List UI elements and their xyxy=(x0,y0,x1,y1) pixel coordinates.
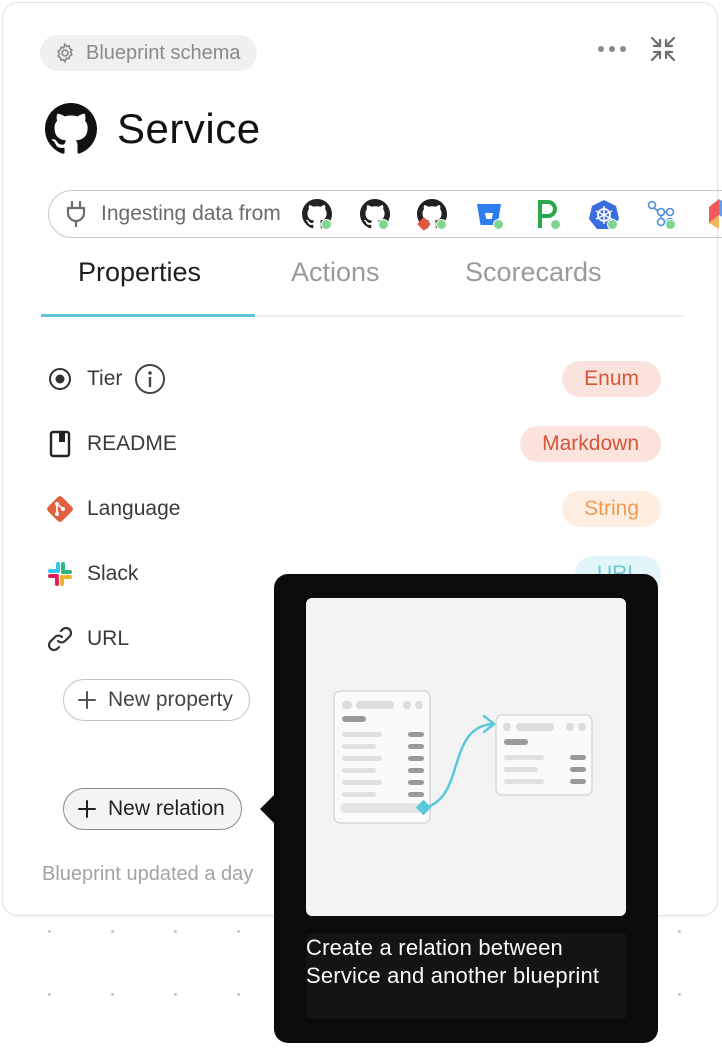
slack-icon xyxy=(45,559,75,589)
type-badge: String xyxy=(562,491,661,527)
tab-properties[interactable]: Properties xyxy=(78,257,201,288)
source-bitbucket-icon[interactable] xyxy=(473,194,506,234)
plus-icon xyxy=(76,798,98,820)
link-icon xyxy=(45,624,75,654)
top-actions xyxy=(597,35,677,63)
property-label: URL xyxy=(87,627,130,650)
blueprint-schema-label: Blueprint schema xyxy=(86,41,241,64)
new-property-label: New property xyxy=(108,688,233,711)
status-dot xyxy=(321,219,333,230)
github-icon xyxy=(45,103,97,155)
source-kubernetes-icon[interactable] xyxy=(587,194,620,234)
property-label: Tier xyxy=(87,367,123,390)
source-github-icon[interactable] xyxy=(301,194,334,234)
blueprint-header: Service xyxy=(45,103,261,155)
new-property-button[interactable]: New property xyxy=(63,679,250,721)
new-relation-label: New relation xyxy=(108,797,225,820)
blueprint-schema-badge[interactable]: Blueprint schema xyxy=(40,35,257,71)
source-pagerduty-icon[interactable] xyxy=(530,194,563,234)
gear-icon xyxy=(54,42,76,64)
tab-actions[interactable]: Actions xyxy=(291,257,380,288)
status-dot xyxy=(664,219,676,230)
source-github-icon[interactable] xyxy=(358,194,391,234)
ingest-sources-bar: Ingesting data from xyxy=(48,190,722,238)
last-updated-text: Blueprint updated a day xyxy=(42,863,254,885)
tab-bar: Properties Actions Scorecards xyxy=(41,247,683,317)
book-icon xyxy=(45,429,75,459)
source-github-git-icon[interactable] xyxy=(415,194,448,234)
active-tab-indicator xyxy=(41,314,255,317)
status-dot xyxy=(435,219,447,230)
new-relation-button[interactable]: New relation xyxy=(63,788,242,830)
property-label: README xyxy=(87,432,177,455)
tooltip-arrow xyxy=(260,795,274,823)
tab-scorecards[interactable]: Scorecards xyxy=(465,257,602,288)
property-row-readme[interactable]: README Markdown xyxy=(45,424,661,464)
property-label: Slack xyxy=(87,562,139,585)
ingest-label: Ingesting data from xyxy=(101,202,281,225)
source-argocd-icon[interactable] xyxy=(644,194,677,234)
info-icon[interactable] xyxy=(134,363,166,395)
git-icon xyxy=(45,494,75,524)
plug-icon xyxy=(63,200,89,228)
source-multi-color-icon[interactable] xyxy=(702,194,722,234)
property-label: Language xyxy=(87,497,181,520)
type-badge: Enum xyxy=(562,361,661,397)
property-row-language[interactable]: Language String xyxy=(45,489,661,529)
relation-tooltip: Create a relation between Service and an… xyxy=(260,574,658,1043)
property-row-tier[interactable]: Tier Enum xyxy=(45,359,661,399)
status-dot xyxy=(492,219,504,230)
plus-icon xyxy=(76,689,98,711)
page-title: Service xyxy=(117,105,261,152)
type-badge: Markdown xyxy=(520,426,661,462)
tooltip-text: Create a relation between Service and an… xyxy=(306,934,626,1018)
collapse-icon[interactable] xyxy=(649,35,677,63)
radio-target-icon xyxy=(45,364,75,394)
relation-illustration xyxy=(306,598,626,916)
ellipsis-icon[interactable] xyxy=(597,45,627,53)
